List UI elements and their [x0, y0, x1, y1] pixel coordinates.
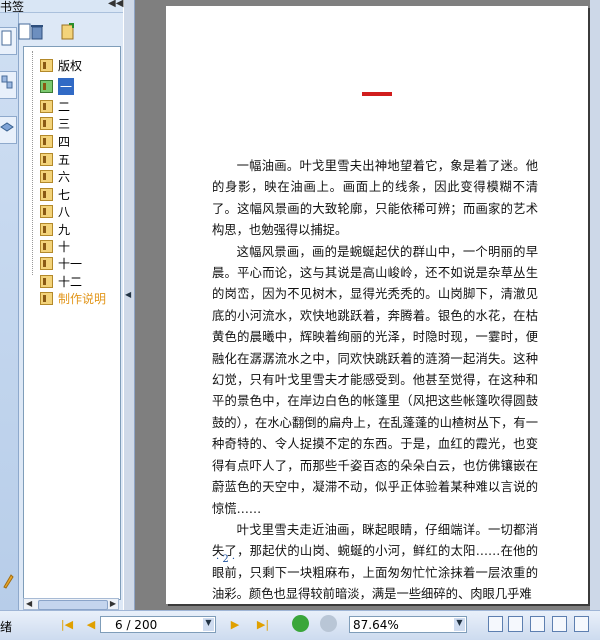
bookmark-label: 八	[58, 205, 71, 219]
zoom-out-icon[interactable]	[320, 615, 337, 632]
delete-bookmark-icon[interactable]	[29, 23, 45, 40]
zoom-in-icon[interactable]	[292, 615, 309, 632]
bookmark-item-2[interactable]: 二	[40, 98, 118, 115]
bookmark-item-9[interactable]: 九	[40, 221, 118, 238]
bookmark-item-10[interactable]: 十	[40, 238, 118, 255]
bookmark-item-credits[interactable]: 制作说明	[40, 290, 118, 307]
bookmark-icon	[40, 100, 53, 113]
chapter-title-mark: 一	[362, 92, 392, 96]
bookmarks-tab-icon[interactable]	[0, 27, 17, 55]
bookmarks-tree: 版权 一 二 三 四 五 六 七 八 九 十 十一 十二 制作说明	[23, 46, 121, 600]
zoom-level-value: 87.64%	[353, 618, 399, 632]
bookmark-item-8[interactable]: 八	[40, 203, 118, 220]
panel-splitter[interactable]: ◀	[124, 0, 135, 610]
layers-tab-icon[interactable]	[0, 116, 17, 144]
bookmark-label: 五	[58, 153, 71, 167]
bookmark-icon	[40, 170, 53, 183]
bookmark-item-3[interactable]: 三	[40, 115, 118, 132]
bookmark-label: 版权	[58, 59, 83, 73]
bookmark-label: 四	[58, 135, 71, 149]
bookmark-label: 九	[58, 223, 71, 237]
bookmark-icon	[40, 275, 53, 288]
bookmark-icon	[40, 80, 53, 93]
fullscreen-view-icon[interactable]	[574, 616, 589, 632]
bookmark-icon	[40, 205, 53, 218]
document-vertical-scrollbar[interactable]	[590, 0, 600, 610]
bookmark-item-6[interactable]: 六	[40, 168, 118, 185]
bookmark-label: 一	[58, 78, 75, 95]
continuous-facing-view-icon[interactable]	[552, 616, 567, 632]
single-page-view-icon[interactable]	[488, 616, 503, 632]
bookmark-icon	[40, 223, 53, 236]
bookmark-icon	[40, 153, 53, 166]
bookmarks-header: 书签 ◀◀	[0, 0, 123, 14]
bookmark-icon	[40, 240, 53, 253]
bookmark-item-4[interactable]: 四	[40, 133, 118, 150]
collapse-panel-icon[interactable]: ◀◀	[108, 0, 123, 9]
bookmark-label: 七	[58, 188, 71, 202]
paragraph: 一幅油画。叶戈里雪夫出神地望着它，象是着了迷。他的身影，映在油画上。画面上的线条…	[212, 159, 538, 238]
bookmark-label: 十	[58, 240, 71, 254]
bookmark-item-1[interactable]: 一	[40, 78, 118, 95]
bookmark-icon	[40, 135, 53, 148]
bookmarks-panel: 版权 一 二 三 四 五 六 七 八 九 十 十一 十二 制作说明 ◀ ▶	[18, 13, 123, 610]
paragraph: 叶戈里雪夫走近油画，眯起眼睛，仔细端详。一切都消失了，那起伏的山岗、蜿蜒的小河，…	[212, 522, 538, 602]
new-bookmark-icon[interactable]	[60, 23, 76, 40]
next-page-icon[interactable]: ▶	[228, 617, 242, 631]
document-page: 一 一幅油画。叶戈里雪夫出神地望着它，象是着了迷。他的身影，映在油画上。画面上的…	[166, 6, 588, 604]
bookmark-item-5[interactable]: 五	[40, 151, 118, 168]
bookmark-item-7[interactable]: 七	[40, 186, 118, 203]
bookmark-item-12[interactable]: 十二	[40, 273, 118, 290]
paragraph: 这幅风景画，画的是蜿蜒起伏的群山中，一个明丽的早晨。平心而论，这与其说是高山峻岭…	[212, 244, 538, 516]
bookmarks-toolbar	[18, 13, 123, 45]
bookmark-item-11[interactable]: 十一	[40, 255, 118, 272]
page-dropdown-icon[interactable]: ▼	[203, 618, 214, 631]
attachment-icon[interactable]	[2, 571, 14, 589]
bookmark-label: 二	[58, 100, 71, 114]
facing-pages-view-icon[interactable]	[530, 616, 545, 632]
scroll-left-icon[interactable]: ◀	[26, 599, 32, 608]
bookmark-label: 三	[58, 117, 71, 131]
bookmark-icon	[40, 117, 53, 130]
page-number-value: 6 / 200	[115, 618, 158, 632]
zoom-level-input[interactable]: 87.64% ▼	[349, 616, 467, 633]
last-page-icon[interactable]: ▶|	[256, 617, 270, 631]
previous-page-icon[interactable]: ◀	[84, 617, 98, 631]
bookmark-label: 六	[58, 170, 71, 184]
navigation-rail	[0, 13, 19, 610]
pdf-reader-window: 书签 ◀◀ 版权 一 二 三 四 五 六 七 八 九 十 十一 十二 制作说明 …	[0, 0, 600, 640]
continuous-view-icon[interactable]	[508, 616, 523, 632]
scroll-thumb[interactable]	[38, 600, 108, 610]
page-body: 一幅油画。叶戈里雪夫出神地望着它，象是着了迷。他的身影，映在油画上。画面上的线条…	[212, 156, 538, 606]
status-bar: 绪 |◀ ◀ 6 / 200 ▼ ▶ ▶| 87.64% ▼	[0, 610, 600, 640]
bookmark-label: 十二	[58, 275, 83, 289]
status-text: 绪	[0, 620, 13, 634]
zoom-dropdown-icon[interactable]: ▼	[454, 618, 465, 631]
bookmark-label: 制作说明	[58, 292, 107, 306]
first-page-icon[interactable]: |◀	[60, 617, 74, 631]
pages-tab-icon[interactable]	[0, 71, 17, 99]
bookmark-icon	[40, 188, 53, 201]
bookmark-icon	[40, 257, 53, 270]
page-number-input[interactable]: 6 / 200 ▼	[100, 616, 216, 633]
tree-connector	[32, 51, 34, 275]
bookmark-item-copyright[interactable]: 版权	[40, 57, 118, 74]
bookmark-label: 十一	[58, 257, 83, 271]
splitter-arrow-icon[interactable]: ◀	[125, 290, 131, 299]
page-number: · 2 ·	[216, 554, 236, 565]
bookmark-icon	[40, 292, 53, 305]
bookmark-icon	[40, 59, 53, 72]
scroll-right-icon[interactable]: ▶	[110, 599, 116, 608]
bookmarks-horizontal-scrollbar[interactable]: ◀ ▶	[23, 598, 119, 610]
